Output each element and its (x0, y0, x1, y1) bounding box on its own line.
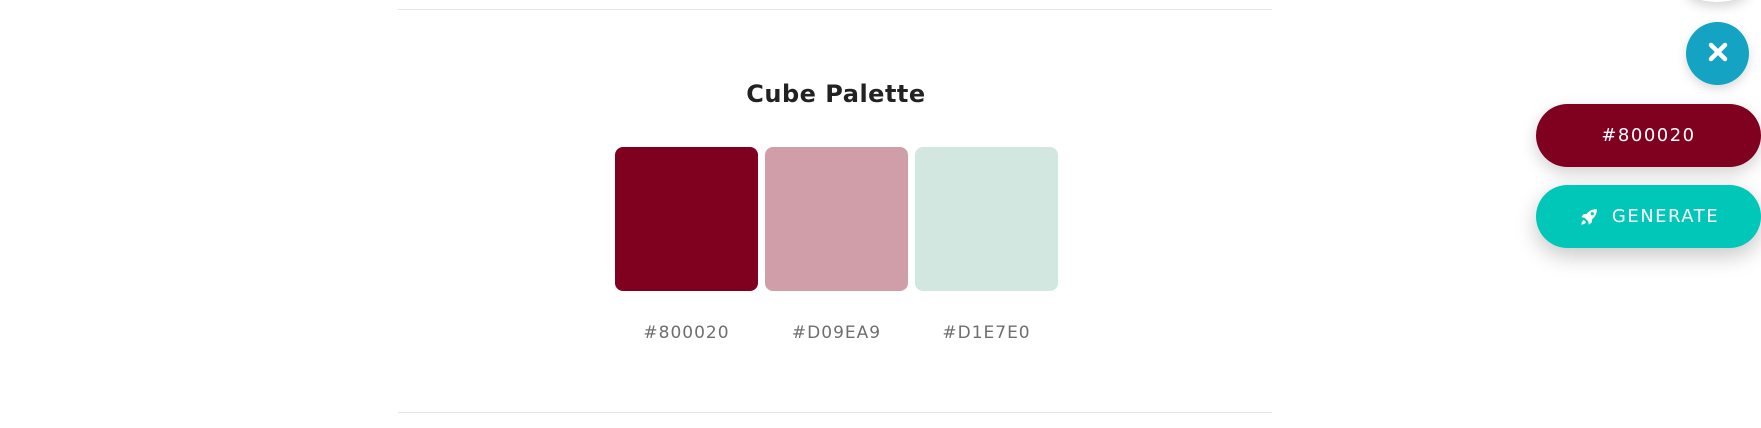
page: Cube Palette #800020 #D09EA9 #D1E7E0 #80… (0, 0, 1761, 428)
hidden-fab-button[interactable] (1686, 0, 1748, 2)
color-swatch-3[interactable] (915, 147, 1058, 291)
swatch-hex-label-2: #D09EA9 (791, 323, 882, 343)
color-swatch-1[interactable] (615, 147, 758, 291)
swatch-hex-label-1: #800020 (643, 323, 730, 343)
generate-button[interactable]: GENERATE (1536, 185, 1761, 248)
current-color-button[interactable]: #800020 (1536, 104, 1761, 167)
top-divider (398, 9, 1272, 10)
bottom-divider (398, 412, 1272, 413)
color-swatch-2[interactable] (765, 147, 908, 291)
generate-label: GENERATE (1611, 206, 1720, 227)
close-button[interactable] (1686, 22, 1749, 85)
current-color-label: #800020 (1601, 125, 1696, 146)
rocket-icon (1578, 206, 1600, 228)
close-icon (1707, 41, 1729, 67)
swatch-hex-label-3: #D1E7E0 (942, 323, 1031, 343)
palette-title: Cube Palette (746, 80, 926, 108)
